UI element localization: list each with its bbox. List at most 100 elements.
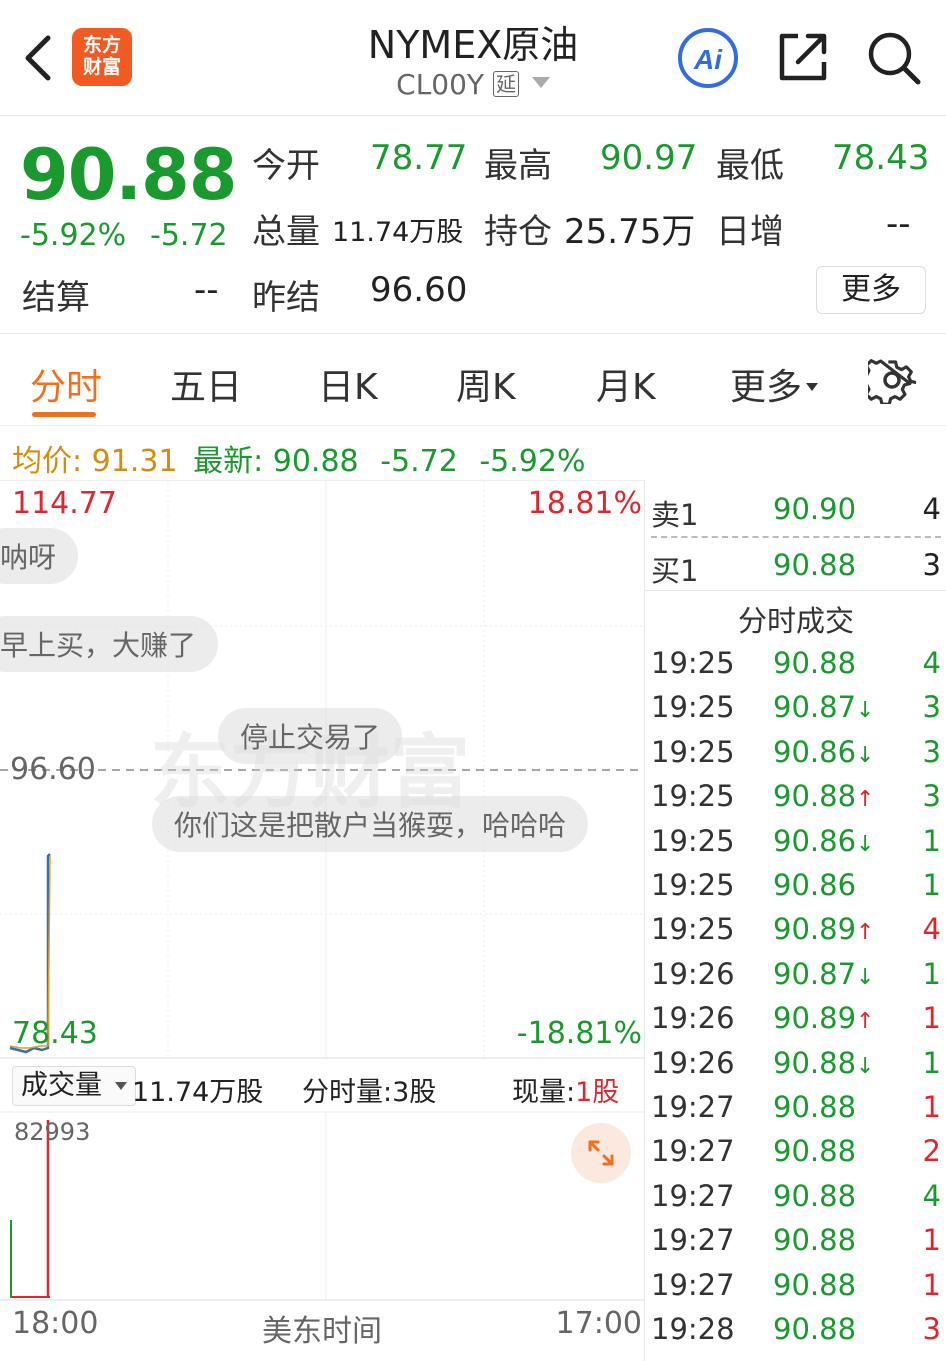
open-interest-label: 持仓 [484,212,552,252]
gear-icon[interactable] [868,356,916,404]
ticks-title: 分时成交 [737,604,854,638]
tick-price-value: 90.86 [773,868,857,902]
volume-total: 11.74万股 [132,1077,264,1108]
tick-volume: 3 [922,734,941,769]
contract-code-selector[interactable]: CL00Y 延 [300,68,646,101]
tick-price-value: 90.86 [773,734,857,769]
tick-row: 19:25 90.86↓ 1 [645,824,946,868]
tick-price-value: 90.86 [773,823,857,858]
current-volume-label: 现量: [512,1077,576,1108]
arrow-down-icon: ↓ [856,1053,875,1079]
tick-volume: 3 [922,1312,941,1346]
tick-time: 19:26 [651,1001,735,1036]
arrow-up-icon: ↑ [856,920,875,946]
tick-price-value: 90.88 [773,646,857,680]
chart-period-tabs: 分时 五日 日K 周K 月K 更多 [0,334,946,426]
page-title: NYMEX原油 [367,23,579,67]
tick-volume: 1 [922,1090,941,1124]
current-volume: 现量:1股 [512,1070,619,1109]
volume-value: 11.74万股 [332,217,464,248]
latest-price-label: 最新: [193,444,264,479]
top-bar: 东方 财富 NYMEX原油 CL00Y 延 Ai [0,0,946,116]
ai-icon[interactable]: Ai [676,26,740,90]
tick-time: 19:27 [651,1090,735,1124]
search-icon[interactable] [864,28,924,88]
y-min-percent-label: -18.81% [516,1016,642,1051]
app-logo[interactable]: 东方 财富 [72,28,132,86]
tick-volume: 4 [922,912,941,947]
tick-row: 19:27 90.88 1 [645,1268,946,1312]
arrow-down-icon: ↓ [856,964,875,990]
x-timezone-label: 美东时间 [262,1314,382,1349]
book-divider [651,536,941,538]
open-interest-value: 25.75万 [564,212,696,252]
tick-row: 19:25 90.88↑ 3 [645,779,946,823]
tick-price: 90.88 [773,1312,856,1346]
change-percent: -5.92% [20,218,127,253]
y-ref-label: 96.60 [10,752,96,787]
back-icon[interactable] [18,30,62,86]
tab-intraday[interactable]: 分时 [30,358,102,410]
tick-price-value: 90.87 [773,690,857,725]
tick-row: 19:28 90.88 3 [645,1312,946,1356]
volume-indicator-label: 成交量 [21,1070,102,1101]
tick-price: 90.89↑ [773,912,874,946]
bid-price: 90.88 [773,548,857,582]
volume-indicator-select[interactable]: 成交量 [12,1066,136,1106]
expand-icon[interactable] [570,1122,632,1184]
tick-time: 19:25 [651,912,735,947]
ask-volume: 4 [922,492,941,526]
open-value: 78.77 [370,138,468,178]
tick-row: 19:27 90.88 4 [645,1179,946,1223]
tick-volume: 3 [922,779,941,814]
tick-price: 90.88 [773,1223,856,1257]
prev-settlement-value: 96.60 [370,270,468,310]
tab-more[interactable]: 更多 [730,358,819,410]
tick-volume: 1 [922,1223,941,1258]
tab-five-day[interactable]: 五日 [170,358,242,410]
more-details-button[interactable]: 更多 [816,266,926,314]
tick-volume: 1 [922,823,941,858]
tab-weekly-k[interactable]: 周K [456,358,516,410]
active-tab-indicator [32,412,96,417]
change-amount: -5.72 [150,218,228,253]
tab-monthly-k[interactable]: 月K [596,358,656,410]
tick-price: 90.88 [773,1179,856,1213]
logo-text-line1: 东方 [82,34,121,56]
tick-price: 90.88 [773,1268,856,1302]
chevron-down-icon [531,77,550,88]
daily-increase-label: 日增 [716,212,784,252]
latest-price-value: 90.88 [272,444,359,479]
tick-price: 90.88 [773,646,856,680]
tick-time: 19:25 [651,779,735,814]
tab-more-label: 更多 [730,367,803,408]
tick-price-value: 90.88 [773,1178,857,1213]
volume-max-label: 82993 [14,1118,91,1146]
tick-volume: 4 [922,1178,941,1213]
order-book-panel: 卖1 90.90 4 买1 90.88 3 分时成交 19:25 90.88 4 19… [644,480,946,1361]
current-volume-value: 1股 [575,1077,620,1108]
tick-price: 90.88↑ [773,779,874,813]
tick-time: 19:25 [651,868,735,902]
last-price: 90.88 [20,134,237,216]
tick-price: 90.86↓ [773,824,874,858]
bid-label: 买1 [651,554,699,588]
comment-bubble: 早上买，大赚了 [0,616,219,672]
tick-row: 19:27 90.88 2 [645,1134,946,1178]
tick-time: 19:25 [651,823,735,858]
tick-time: 19:25 [651,734,735,769]
open-label: 今开 [252,146,320,186]
minute-volume-label: 分时量:3股 [302,1077,437,1108]
tick-time: 19:27 [651,1178,735,1213]
intraday-chart[interactable]: 东方财富 114.77 18.81% 96.60 78.43 -18.81% 呐… [0,480,644,1361]
tick-price-value: 90.88 [773,1090,857,1124]
settlement-value: -- [194,270,219,310]
tick-price: 90.87↓ [773,957,874,991]
tick-price: 90.86↓ [773,735,874,769]
tick-time: 19:26 [651,1045,735,1080]
tab-daily-k[interactable]: 日K [318,358,378,410]
high-label: 最高 [484,146,552,186]
share-icon[interactable] [774,28,832,86]
tick-volume: 1 [922,1267,941,1302]
tick-volume: 1 [922,956,941,991]
